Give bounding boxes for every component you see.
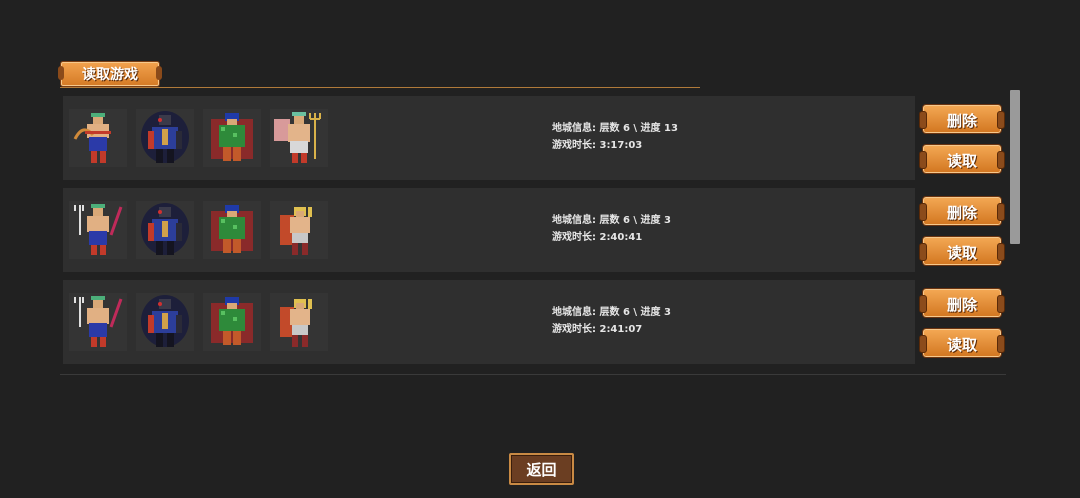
back-button-label: 返回 <box>526 461 557 479</box>
slot-info: 地城信息: 层数 6 \ 进度 13 游戏时长: 3:17:03 <box>552 120 678 154</box>
title-divider <box>60 87 700 88</box>
load-button-label: 读取 <box>946 152 977 170</box>
trident-mage-icon <box>69 201 127 259</box>
dark-knight-icon <box>136 109 194 167</box>
save-slot-1[interactable]: 地城信息: 层数 6 \ 进度 13 游戏时长: 3:17:03 <box>63 96 915 180</box>
delete-button[interactable]: 删除 <box>919 196 1005 226</box>
load-button-label: 读取 <box>946 336 977 354</box>
plate-end-cap <box>156 66 162 80</box>
blonde-fighter-icon <box>270 293 328 351</box>
button-end-cap <box>997 203 1005 221</box>
load-button[interactable]: 读取 <box>919 144 1005 174</box>
blonde-fighter-icon <box>270 201 328 259</box>
trident-mage-icon <box>69 293 127 351</box>
button-end-cap <box>997 295 1005 313</box>
dark-knight-icon <box>136 293 194 351</box>
load-button[interactable]: 读取 <box>919 328 1005 358</box>
button-end-cap <box>997 111 1005 129</box>
save-slot-list[interactable]: 地城信息: 层数 6 \ 进度 13 游戏时长: 3:17:03 地城信息: 层… <box>60 92 1006 374</box>
list-bottom-divider <box>60 374 1006 375</box>
load-button[interactable]: 读取 <box>919 236 1005 266</box>
dungeon-info: 地城信息: 层数 6 \ 进度 3 <box>552 307 671 318</box>
back-button[interactable]: 返回 <box>509 453 574 485</box>
trident-priest-icon <box>270 109 328 167</box>
delete-button-label: 删除 <box>946 296 977 314</box>
play-time: 游戏时长: 2:41:07 <box>552 324 643 335</box>
slot-info: 地城信息: 层数 6 \ 进度 3 游戏时长: 2:40:41 <box>552 212 671 246</box>
button-end-cap <box>997 335 1005 353</box>
delete-button-label: 删除 <box>946 112 977 130</box>
panel-title-plate: 读取游戏 <box>58 61 162 87</box>
archer-hero-icon <box>69 109 127 167</box>
green-warrior-icon <box>203 293 261 351</box>
dungeon-info: 地城信息: 层数 6 \ 进度 3 <box>552 215 671 226</box>
dungeon-info: 地城信息: 层数 6 \ 进度 13 <box>552 123 678 134</box>
panel-title: 读取游戏 <box>82 67 138 83</box>
save-slot-2[interactable]: 地城信息: 层数 6 \ 进度 3 游戏时长: 2:40:41 <box>63 188 915 272</box>
button-end-cap <box>997 243 1005 261</box>
green-warrior-icon <box>203 201 261 259</box>
delete-button-label: 删除 <box>946 204 977 222</box>
button-end-cap <box>997 151 1005 169</box>
slot-info: 地城信息: 层数 6 \ 进度 3 游戏时长: 2:41:07 <box>552 304 671 338</box>
play-time: 游戏时长: 3:17:03 <box>552 140 643 151</box>
save-slot-3[interactable]: 地城信息: 层数 6 \ 进度 3 游戏时长: 2:41:07 <box>63 280 915 364</box>
play-time: 游戏时长: 2:40:41 <box>552 232 643 243</box>
load-button-label: 读取 <box>946 244 977 262</box>
list-scrollbar[interactable] <box>1010 90 1020 244</box>
delete-button[interactable]: 删除 <box>919 104 1005 134</box>
dark-knight-icon <box>136 201 194 259</box>
delete-button[interactable]: 删除 <box>919 288 1005 318</box>
green-warrior-icon <box>203 109 261 167</box>
